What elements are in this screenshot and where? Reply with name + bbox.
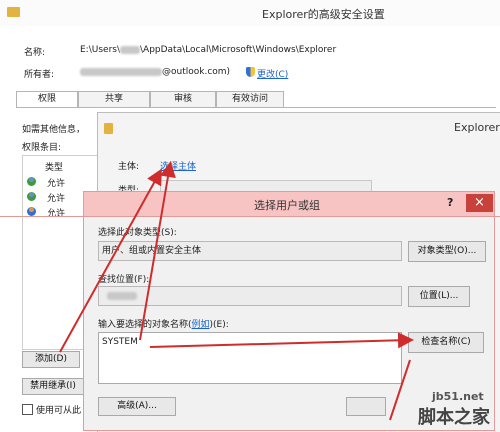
arrow-from-bottom	[389, 359, 411, 421]
arrow-to-select-principal	[59, 168, 162, 353]
watermark-site: jb51.net	[432, 390, 484, 403]
arrow-to-input	[139, 161, 176, 341]
arrow-to-check-names	[149, 332, 414, 349]
watermark-brand: 脚本之家	[418, 407, 490, 428]
annotation-arrows	[59, 161, 414, 421]
